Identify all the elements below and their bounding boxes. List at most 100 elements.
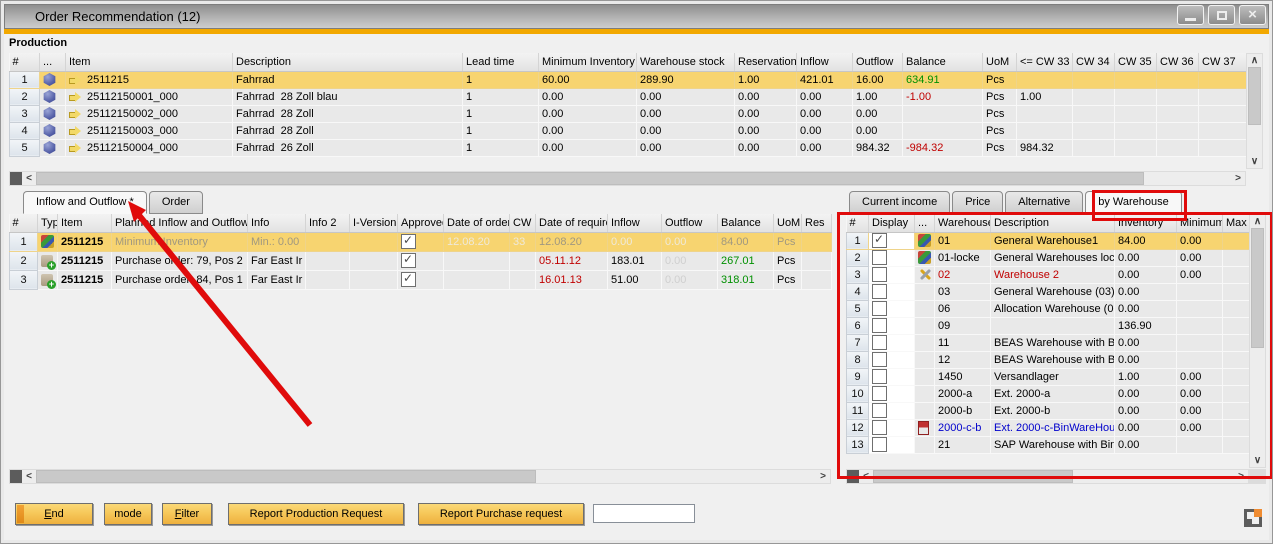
cell-item[interactable]: 25112150002_000 bbox=[66, 105, 233, 122]
checkbox[interactable] bbox=[872, 301, 887, 316]
table-row[interactable]: 403General Warehouse (03)0.00 bbox=[847, 283, 1250, 300]
col-header-uom[interactable]: UoM bbox=[983, 53, 1017, 71]
col-header-[interactable]: # bbox=[10, 214, 38, 232]
col-header-[interactable]: # bbox=[847, 214, 869, 232]
col-header-inventory[interactable]: Inventory bbox=[1115, 214, 1177, 232]
row-number[interactable]: 7 bbox=[847, 334, 869, 351]
col-header-cw-37[interactable]: CW 37 bbox=[1199, 53, 1247, 71]
col-header-minimum-inventory[interactable]: Minimum Inventory bbox=[539, 53, 637, 71]
scrollbar-origin[interactable] bbox=[847, 470, 859, 483]
row-number[interactable]: 5 bbox=[847, 300, 869, 317]
col-header-lead-time[interactable]: Lead time bbox=[463, 53, 539, 71]
col-header-date-of-requirement[interactable]: Date of requirement bbox=[536, 214, 608, 232]
col-header-inflow[interactable]: Inflow bbox=[608, 214, 662, 232]
cell-item[interactable]: 2511215 bbox=[66, 71, 233, 88]
table-row[interactable]: 12511215Fahrrad160.00289.901.00421.0116.… bbox=[10, 71, 1247, 88]
scroll-down-icon[interactable]: ∨ bbox=[1250, 454, 1265, 467]
filter-button[interactable]: Filter bbox=[162, 503, 212, 525]
col-header-res[interactable]: Res bbox=[802, 214, 832, 232]
scroll-thumb[interactable] bbox=[1251, 228, 1264, 348]
checkbox[interactable] bbox=[872, 403, 887, 418]
tab-price[interactable]: Price bbox=[952, 191, 1003, 214]
cell-display[interactable] bbox=[869, 368, 915, 385]
col-header-i-version[interactable]: I-Version bbox=[350, 214, 398, 232]
checkbox[interactable] bbox=[872, 420, 887, 435]
col-header-info-2[interactable]: Info 2 bbox=[306, 214, 350, 232]
warehouse-table-hscrollbar[interactable]: < > bbox=[846, 469, 1249, 484]
col-header-cw[interactable]: CW bbox=[510, 214, 536, 232]
row-number[interactable]: 10 bbox=[847, 385, 869, 402]
resize-grip-icon[interactable] bbox=[1244, 509, 1262, 527]
table-row[interactable]: 112000-bExt. 2000-b0.000.00 bbox=[847, 402, 1250, 419]
checkbox[interactable] bbox=[872, 335, 887, 350]
cell-display[interactable] bbox=[869, 249, 915, 266]
cell-display[interactable] bbox=[869, 402, 915, 419]
row-number[interactable]: 3 bbox=[847, 266, 869, 283]
link-arrow-icon[interactable] bbox=[69, 75, 81, 85]
cell-item[interactable]: 25112150004_000 bbox=[66, 139, 233, 156]
table-row[interactable]: 91450Versandlager1.000.00 bbox=[847, 368, 1250, 385]
col-header-inflow[interactable]: Inflow bbox=[797, 53, 853, 71]
link-arrow-icon[interactable] bbox=[69, 126, 81, 136]
col-header-outflow[interactable]: Outflow bbox=[662, 214, 718, 232]
row-number[interactable]: 3 bbox=[10, 105, 40, 122]
cell-display[interactable] bbox=[869, 334, 915, 351]
col-header-display[interactable]: Display bbox=[869, 214, 915, 232]
row-number[interactable]: 2 bbox=[10, 251, 38, 270]
col-header-uom[interactable]: UoM bbox=[774, 214, 802, 232]
table-row[interactable]: 12511215Minimum InventoryMin.: 0.0012.08… bbox=[10, 232, 832, 251]
scroll-down-icon[interactable]: ∨ bbox=[1247, 155, 1262, 168]
tab-current-income[interactable]: Current income bbox=[849, 191, 950, 214]
table-row[interactable]: 122000-c-bExt. 2000-c-BinWareHouse0.000.… bbox=[847, 419, 1250, 436]
col-header-cw-33[interactable]: <= CW 33 bbox=[1017, 53, 1073, 71]
table-row[interactable]: 525112150004_000Fahrrad 26 Zoll10.000.00… bbox=[10, 139, 1247, 156]
cell-item[interactable]: 25112150001_000 bbox=[66, 88, 233, 105]
tab-inflow-and-outflow[interactable]: Inflow and Outflow * bbox=[23, 191, 147, 214]
end-button[interactable]: End bbox=[15, 503, 93, 525]
table-row[interactable]: 102000-aExt. 2000-a0.000.00 bbox=[847, 385, 1250, 402]
scroll-right-icon[interactable]: > bbox=[1234, 470, 1248, 483]
col-header-cw-35[interactable]: CW 35 bbox=[1115, 53, 1157, 71]
row-number[interactable]: 11 bbox=[847, 402, 869, 419]
col-header-balance[interactable]: Balance bbox=[903, 53, 983, 71]
cell-item[interactable]: 25112150003_000 bbox=[66, 122, 233, 139]
col-header-cw-34[interactable]: CW 34 bbox=[1073, 53, 1115, 71]
footer-input[interactable] bbox=[593, 504, 695, 523]
col-header-minimum[interactable]: Minimum bbox=[1177, 214, 1223, 232]
table-row[interactable]: 1321SAP Warehouse with Bin I0.00 bbox=[847, 436, 1250, 453]
col-header-[interactable]: ... bbox=[40, 53, 66, 71]
detail-table-hscrollbar[interactable]: < > bbox=[9, 469, 831, 484]
col-header-date-of-order[interactable]: Date of order bbox=[444, 214, 510, 232]
table-row[interactable]: 225112150001_000Fahrrad 28 Zoll blau10.0… bbox=[10, 88, 1247, 105]
col-header-approved[interactable]: Approved bbox=[398, 214, 444, 232]
row-number[interactable]: 4 bbox=[847, 283, 869, 300]
row-number[interactable]: 4 bbox=[10, 122, 40, 139]
scroll-up-icon[interactable]: ∧ bbox=[1247, 54, 1262, 67]
col-header-cw-36[interactable]: CW 36 bbox=[1157, 53, 1199, 71]
checkbox[interactable] bbox=[872, 386, 887, 401]
table-row[interactable]: 506Allocation Warehouse (06)0.00 bbox=[847, 300, 1250, 317]
cell-approved[interactable] bbox=[398, 232, 444, 251]
close-button[interactable]: × bbox=[1239, 5, 1266, 25]
row-number[interactable]: 2 bbox=[10, 88, 40, 105]
row-number[interactable]: 1 bbox=[10, 232, 38, 251]
scroll-thumb[interactable] bbox=[36, 470, 536, 483]
maximize-button[interactable] bbox=[1208, 5, 1235, 25]
row-number[interactable]: 12 bbox=[847, 419, 869, 436]
col-header-outflow[interactable]: Outflow bbox=[853, 53, 903, 71]
col-header-warehouse-stock[interactable]: Warehouse stock bbox=[637, 53, 735, 71]
row-number[interactable]: 1 bbox=[847, 232, 869, 249]
col-header-typ[interactable]: Typ bbox=[38, 214, 58, 232]
scroll-left-icon[interactable]: < bbox=[22, 470, 36, 483]
report-production-request-button[interactable]: Report Production Request bbox=[228, 503, 404, 525]
minimize-button[interactable] bbox=[1177, 5, 1204, 25]
table-row[interactable]: 32511215Purchase order: 84, Pos 1Far Eas… bbox=[10, 270, 832, 289]
col-header-[interactable]: ... bbox=[915, 214, 935, 232]
table-row[interactable]: 201-lockeGeneral Warehouses locke0.000.0… bbox=[847, 249, 1250, 266]
col-header-reservation[interactable]: Reservation bbox=[735, 53, 797, 71]
table-row[interactable]: 609136.90 bbox=[847, 317, 1250, 334]
scroll-left-icon[interactable]: < bbox=[859, 470, 873, 483]
scroll-thumb[interactable] bbox=[36, 172, 1144, 185]
row-number[interactable]: 3 bbox=[10, 270, 38, 289]
cell-display[interactable] bbox=[869, 283, 915, 300]
